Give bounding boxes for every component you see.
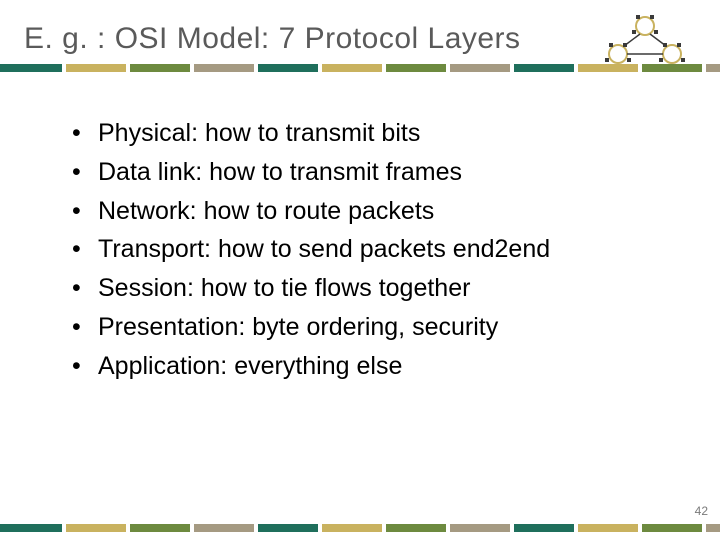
slide-title: E. g. : OSI Model: 7 Protocol Layers bbox=[24, 22, 521, 56]
list-item: Physical: how to transmit bits bbox=[72, 114, 680, 153]
list-item: Transport: how to send packets end2end bbox=[72, 230, 680, 269]
list-item: Application: everything else bbox=[72, 347, 680, 386]
accent-stripe-top bbox=[0, 64, 720, 72]
list-item: Presentation: byte ordering, security bbox=[72, 308, 680, 347]
list-item: Network: how to route packets bbox=[72, 192, 680, 231]
list-item: Session: how to tie flows together bbox=[72, 269, 680, 308]
accent-stripe-bottom bbox=[0, 524, 720, 532]
bullet-list: Physical: how to transmit bits Data link… bbox=[32, 114, 680, 385]
list-item: Data link: how to transmit frames bbox=[72, 153, 680, 192]
network-graph-icon bbox=[590, 12, 700, 72]
slide: E. g. : OSI Model: 7 Protocol Layers bbox=[0, 0, 720, 540]
page-number: 42 bbox=[695, 504, 708, 518]
